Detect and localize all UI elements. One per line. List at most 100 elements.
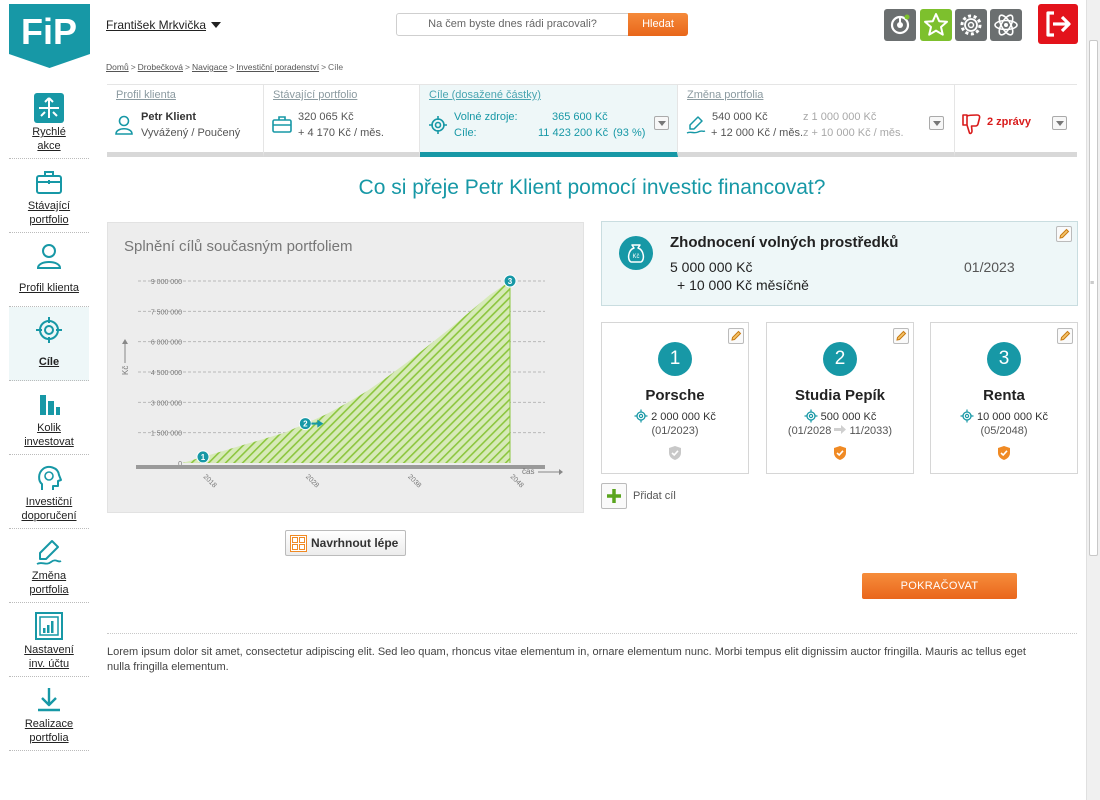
sidebar-item-quick-actions[interactable]: Rychlé akce — [9, 85, 89, 159]
search-button[interactable]: Hledat — [628, 13, 688, 36]
messages-count[interactable]: 2 zprávy — [987, 116, 1031, 128]
goals-chart: 01 500 0003 000 0004 500 0006 000 0007 5… — [121, 274, 563, 490]
scrollbar-grip-icon: ≡ — [1090, 280, 1095, 287]
goal-number: 1 — [658, 342, 692, 376]
goal-amount-value: 10 000 000 Kč — [977, 411, 1048, 423]
edit-goal-button[interactable] — [728, 328, 744, 344]
free-funds-date: 01/2023 — [964, 259, 1015, 275]
goal-card-1[interactable]: 1 Porsche 2 000 000 Kč (01/2023) — [601, 322, 749, 474]
goals-label: Cíle: — [454, 127, 477, 139]
goals-percent: (93 %) — [613, 127, 646, 139]
add-goal-label[interactable]: Přidat cíl — [633, 490, 676, 502]
sidebar-nav: Rychlé akce Stávající portfolio Profil k… — [9, 85, 89, 751]
tab-title[interactable]: Změna portfolia — [687, 89, 763, 101]
edit-goal-button[interactable] — [893, 328, 909, 344]
goal-date: (05/2048) — [980, 425, 1028, 437]
chart-area-series — [182, 281, 510, 463]
tab-current-portfolio[interactable]: Stávající portfolio 320 065 Kč + 4 170 K… — [264, 85, 420, 157]
pencil-icon — [1059, 228, 1070, 239]
shield-check-icon — [998, 446, 1010, 460]
sidebar-item-realization[interactable]: Realizace portfolia — [9, 677, 89, 751]
fip-logo[interactable]: FiP — [9, 4, 90, 68]
continue-button[interactable]: POKRAČOVAT — [862, 573, 1017, 599]
user-icon — [115, 115, 133, 135]
user-menu[interactable]: František Mrkvička — [106, 18, 222, 32]
breadcrumb-link-home[interactable]: Domů — [106, 62, 129, 72]
sidebar-item-client-profile[interactable]: Profil klienta — [9, 233, 89, 307]
vertical-scrollbar[interactable]: ≡ — [1086, 0, 1100, 800]
tab-messages[interactable]: 2 zprávy — [955, 85, 1077, 157]
briefcase-icon — [36, 171, 62, 194]
goal-card-2[interactable]: 2 Studia Pepík 500 000 Kč (01/2028 11/20… — [766, 322, 914, 474]
goal-date: (01/2028 11/2033) — [767, 425, 913, 437]
gear-icon[interactable] — [955, 9, 987, 41]
bar-chart-icon — [40, 395, 60, 415]
goal-date-from: (01/2028 — [787, 425, 832, 437]
goal-number: 2 — [823, 342, 857, 376]
sidebar-item-recommendation[interactable]: Investiční doporučení — [9, 455, 89, 529]
target-icon — [960, 409, 974, 423]
target-icon — [36, 317, 62, 343]
breadcrumb-link-poradenstvi[interactable]: Investiční poradenství — [236, 62, 319, 72]
sidebar-item-goals[interactable]: Cíle — [9, 307, 89, 381]
change-dropdown[interactable] — [929, 116, 944, 130]
sidebar-item-label: Kolik — [37, 422, 61, 434]
suggest-better-button[interactable]: Navrhnout lépe — [285, 530, 406, 556]
user-icon — [36, 244, 62, 269]
y-tick-label: 3 000 000 — [151, 400, 182, 407]
search-input[interactable]: Na čem byste dnes rádi pracovali? — [396, 13, 629, 36]
messages-dropdown[interactable] — [1052, 116, 1067, 130]
logout-button[interactable] — [1038, 4, 1078, 44]
edit-free-funds-button[interactable] — [1056, 226, 1072, 242]
y-axis-arrowhead — [122, 339, 128, 344]
sidebar-item-current-portfolio[interactable]: Stávající portfolio — [9, 159, 89, 233]
sidebar-item-label: investovat — [24, 436, 74, 448]
goal-number: 3 — [987, 342, 1021, 376]
pen-signature-icon — [686, 116, 706, 134]
goal-marker-label: 1 — [201, 453, 206, 462]
portfolio-amount: 320 065 Kč — [298, 111, 354, 123]
goal-amount-value: 2 000 000 Kč — [651, 411, 716, 423]
sidebar-item-how-much[interactable]: Kolik investovat — [9, 381, 89, 455]
sidebar-item-label: inv. účtu — [28, 658, 70, 670]
add-goal-button[interactable] — [601, 483, 627, 509]
star-icon[interactable] — [920, 9, 952, 41]
goal-amount-value: 500 000 Kč — [820, 411, 877, 423]
goal-marker-label: 2 — [303, 420, 308, 429]
change-monthly-of: z + 10 000 Kč / měs. — [803, 127, 904, 139]
breadcrumb-separator: > — [185, 62, 190, 72]
tab-client-profile[interactable]: Profil klienta Petr Klient Vyvážený / Po… — [107, 85, 264, 157]
goal-card-3[interactable]: 3 Renta 10 000 000 Kč (05/2048) — [930, 322, 1078, 474]
sidebar-item-label: Investiční — [25, 496, 73, 508]
download-icon — [38, 688, 60, 712]
goals-dropdown[interactable] — [654, 116, 669, 130]
breadcrumb-link-navigace[interactable]: Navigace — [192, 62, 227, 72]
sidebar-item-label: portfolio — [29, 214, 69, 226]
scrollbar-thumb[interactable] — [1089, 40, 1098, 556]
tab-title[interactable]: Profil klienta — [116, 89, 176, 101]
sidebar-item-portfolio-change[interactable]: Změna portfolia — [9, 529, 89, 603]
y-tick-label: 6 000 000 — [151, 340, 182, 347]
logout-icon — [1046, 11, 1071, 37]
atom-icon[interactable] — [990, 9, 1022, 41]
tab-portfolio-change[interactable]: Změna portfolia 540 000 Kč z 1 000 000 K… — [678, 85, 955, 157]
edit-goal-button[interactable] — [1057, 328, 1073, 344]
free-funds-title: Zhodnocení volných prostředků — [670, 234, 899, 251]
breadcrumb: Domů > Drobečková > Navigace > Investiční pora… — [106, 62, 343, 72]
badge-icon[interactable] — [884, 9, 916, 41]
briefcase-icon — [272, 116, 292, 133]
quick-actions-icon — [34, 93, 64, 123]
goal-marker-label: 3 — [508, 277, 513, 286]
goal-amount: 2 000 000 Kč — [602, 409, 748, 423]
tab-title[interactable]: Cíle (dosažené částky) — [429, 89, 541, 101]
tab-goals[interactable]: Cíle (dosažené částky) Volné zdroje: 365… — [420, 85, 678, 157]
breadcrumb-link-drobeckova[interactable]: Drobečková — [138, 62, 183, 72]
footer-text: Lorem ipsum dolor sit amet, consectetur … — [107, 646, 1026, 673]
goal-amount: 10 000 000 Kč — [931, 409, 1077, 423]
change-monthly: + 12 000 Kč / měs. — [711, 127, 804, 139]
x-tick-label: 2018 — [202, 473, 218, 489]
arrow-right-icon — [834, 425, 847, 434]
sidebar-item-account-settings[interactable]: Nastavení inv. účtu — [9, 603, 89, 677]
account-chart-icon — [35, 612, 63, 640]
tab-title[interactable]: Stávající portfolio — [273, 89, 357, 101]
